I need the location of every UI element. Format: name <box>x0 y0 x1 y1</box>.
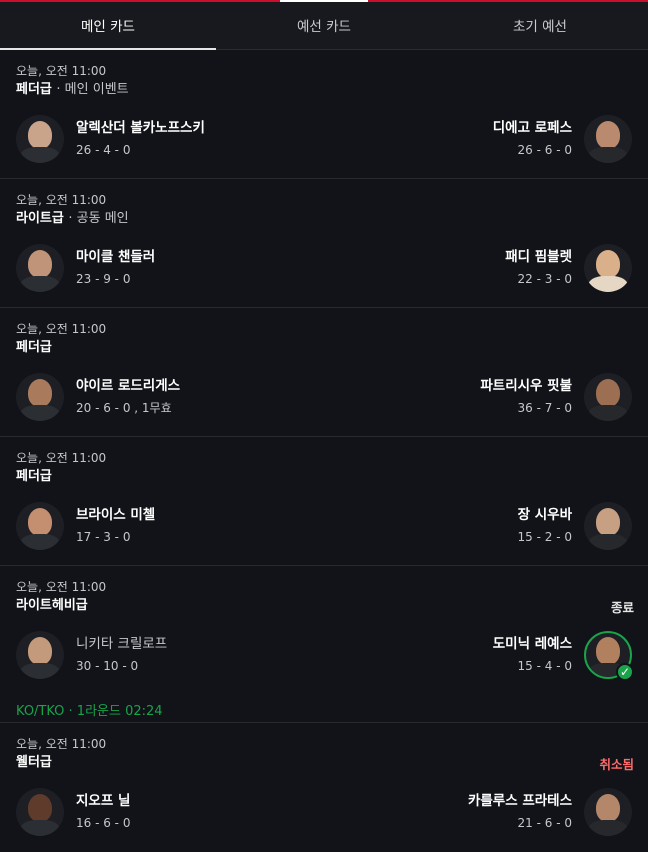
fighter-record: 20 - 6 - 0 , 1무효 <box>76 401 172 415</box>
fighter-avatar[interactable] <box>584 502 632 550</box>
weight-class-label: 페더급 <box>16 340 52 355</box>
fighter-name[interactable]: 패디 핌블렛 <box>505 247 572 267</box>
weight-class: 라이트급 · 공동 메인 <box>16 209 632 228</box>
fight-time: 오늘, 오전 11:00 <box>16 322 107 336</box>
fight-card[interactable]: 오늘, 오전 11:00 페더급 야이르 로드리게스 20 - 6 - 0 , … <box>0 308 648 437</box>
fight-time: 오늘, 오전 11:00 <box>16 451 107 465</box>
fighter-avatar[interactable] <box>584 373 632 421</box>
fighter-record: 15 - 4 - 0 <box>517 659 572 673</box>
fighter-record: 16 - 6 - 0 <box>76 816 131 830</box>
status-badge: 취소됨 <box>599 757 634 772</box>
fight-time: 오늘, 오전 11:00 <box>16 64 107 78</box>
fighter-record: 23 - 9 - 0 <box>76 272 131 286</box>
weight-class: 페더급 · 메인 이벤트 <box>16 80 632 99</box>
fight-card[interactable]: 오늘, 오전 11:00 라이트급 · 공동 메인 마이클 챈들러 23 - 9… <box>0 179 648 308</box>
fight-card[interactable]: 오늘, 오전 11:00 웰터급 취소됨 지오프 닐 16 - 6 - 0 카를… <box>0 723 648 852</box>
fighter-name[interactable]: 브라이스 미첼 <box>76 505 155 525</box>
fight-card[interactable]: 오늘, 오전 11:00 페더급 브라이스 미첼 17 - 3 - 0 장 시우… <box>0 437 648 566</box>
weight-class-label: 페더급 <box>16 469 52 484</box>
fighter-name[interactable]: 장 시우바 <box>518 505 572 525</box>
fight-card[interactable]: 오늘, 오전 11:00 페더급 · 메인 이벤트 알렉산더 볼카노프스키 26… <box>0 50 648 179</box>
weight-class: 페더급 <box>16 338 632 357</box>
tab-early-prelims[interactable]: 초기 예선 <box>432 0 648 49</box>
fighter-name[interactable]: 야이르 로드리게스 <box>76 376 180 396</box>
weight-class: 페더급 <box>16 467 632 486</box>
fighter-name[interactable]: 지오프 닐 <box>76 791 130 811</box>
fighter-avatar[interactable] <box>584 115 632 163</box>
fighter-record: 26 - 4 - 0 <box>76 143 131 157</box>
weight-class-label: 페더급 <box>16 82 52 97</box>
weight-class: 라이트헤비급 <box>16 596 632 615</box>
fighter-record: 26 - 6 - 0 <box>517 143 572 157</box>
fighter-record: 15 - 2 - 0 <box>517 530 572 544</box>
weight-class-label: 라이트헤비급 <box>16 598 88 613</box>
card-tabs: 메인 카드 예선 카드 초기 예선 <box>0 0 648 50</box>
fighter-name[interactable]: 디에고 로페스 <box>493 118 572 138</box>
fighter-name[interactable]: 니키타 크릴로프 <box>76 634 167 654</box>
fighter-avatar[interactable] <box>16 244 64 292</box>
fight-time: 오늘, 오전 11:00 <box>16 193 107 207</box>
winner-check-icon: ✓ <box>616 663 634 681</box>
fighter-record: 36 - 7 - 0 <box>517 401 572 415</box>
status-badge: 종료 <box>610 600 634 615</box>
fighter-record: 21 - 6 - 0 <box>517 816 572 830</box>
fighter-record: 17 - 3 - 0 <box>76 530 131 544</box>
fighter-record: 22 - 3 - 0 <box>517 272 572 286</box>
fighter-name[interactable]: 도미닉 레예스 <box>493 634 572 654</box>
fighter-name[interactable]: 카를루스 프라테스 <box>468 791 572 811</box>
weight-class-label: 웰터급 <box>16 755 52 770</box>
weight-class-label: 라이트급 <box>16 211 64 226</box>
fight-card[interactable]: 오늘, 오전 11:00 라이트헤비급 종료 니키타 크릴로프 30 - 10 … <box>0 566 648 723</box>
fighter-avatar[interactable] <box>584 244 632 292</box>
fighter-avatar[interactable] <box>16 788 64 836</box>
fight-time: 오늘, 오전 11:00 <box>16 737 107 751</box>
fighter-avatar[interactable] <box>584 788 632 836</box>
fighter-avatar[interactable] <box>16 373 64 421</box>
fighter-name[interactable]: 마이클 챈들러 <box>76 247 155 267</box>
tab-prelims[interactable]: 예선 카드 <box>216 0 432 49</box>
tab-main-card[interactable]: 메인 카드 <box>0 0 216 50</box>
fight-time: 오늘, 오전 11:00 <box>16 580 107 594</box>
fighter-name[interactable]: 알렉산더 볼카노프스키 <box>76 118 205 138</box>
fighter-record: 30 - 10 - 0 <box>76 659 139 673</box>
weight-class: 웰터급 <box>16 753 632 772</box>
fighter-avatar[interactable] <box>16 631 64 679</box>
bout-type-label: · 공동 메인 <box>68 211 129 226</box>
fighter-avatar[interactable] <box>16 115 64 163</box>
bout-type-label: · 메인 이벤트 <box>56 82 129 97</box>
fighter-name[interactable]: 파트리시우 핏불 <box>480 376 572 396</box>
fighter-avatar[interactable] <box>16 502 64 550</box>
